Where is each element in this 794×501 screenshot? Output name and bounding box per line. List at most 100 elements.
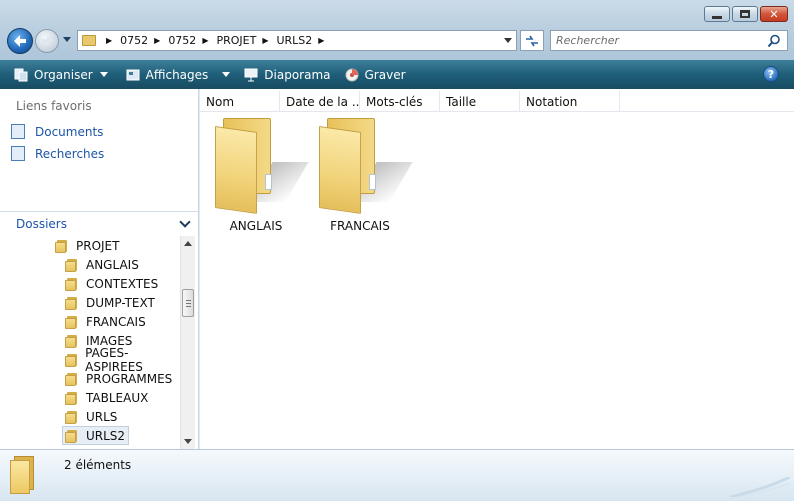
search-input[interactable] (551, 34, 761, 47)
column-label: Nom (206, 94, 235, 109)
breadcrumb-separator-icon: ▶ (154, 36, 161, 45)
folder-icon (65, 277, 79, 291)
breadcrumb-separator-icon: ▶ (262, 36, 269, 45)
column-label: Notation (526, 94, 578, 109)
folder-tree: PROJET ANGLAIS CONTEXTES DUMP-TEXT FRANC… (0, 236, 180, 449)
tree-item-label: TABLEAUX (86, 390, 149, 405)
command-bar: Organiser Affichages Diaporama Graver (0, 60, 794, 89)
organize-icon (14, 68, 28, 81)
column-header-date[interactable]: Date de la ... (280, 91, 360, 112)
maximize-button[interactable] (732, 6, 758, 22)
slideshow-icon (244, 68, 258, 81)
column-header-keywords[interactable]: Mots-clés (360, 91, 440, 112)
breadcrumb-separator-icon: ▶ (202, 36, 209, 45)
searches-icon (11, 146, 25, 161)
back-button[interactable] (7, 28, 33, 54)
help-button[interactable]: ? (763, 66, 779, 82)
folder-item-label: ANGLAIS (229, 219, 283, 233)
burn-disc-icon (345, 68, 358, 81)
favorite-searches[interactable]: Recherches (11, 146, 104, 161)
folders-header[interactable]: Dossiers (0, 211, 198, 236)
address-dropdown-icon[interactable] (504, 38, 512, 43)
breadcrumb-item[interactable]: 0752 ▶ (120, 34, 168, 47)
column-label: Date de la ... (286, 94, 360, 109)
folder-icon (65, 258, 79, 272)
views-button[interactable]: Affichages (120, 60, 237, 89)
column-label: Mots-clés (366, 94, 423, 109)
scroll-down-icon[interactable] (184, 439, 192, 444)
column-header-rating[interactable]: Notation (520, 91, 620, 112)
folder-item-anglais[interactable]: ANGLAIS (201, 116, 311, 233)
refresh-icon (526, 35, 538, 46)
arrow-right-icon (41, 35, 53, 47)
organize-button[interactable]: Organiser (8, 60, 114, 89)
breadcrumb-separator-icon: ▶ (318, 36, 325, 45)
tree-item-urls2[interactable]: URLS2 (62, 426, 130, 445)
breadcrumb-separator-icon: ▶ (106, 36, 113, 45)
decorative-swoosh-icon (730, 477, 790, 497)
recent-pages-dropdown[interactable] (63, 37, 71, 42)
tree-item-pages-aspirees[interactable]: PAGES-ASPIREES (65, 346, 180, 374)
tree-item-label: URLS2 (86, 428, 126, 443)
tree-scrollbar[interactable] (180, 236, 195, 449)
breadcrumb-label: 0752 (120, 34, 149, 47)
breadcrumb-item[interactable]: URLS2 ▶ (276, 34, 332, 47)
tree-item-contextes[interactable]: CONTEXTES (65, 274, 158, 293)
minimize-icon (712, 15, 722, 19)
tree-item-label: URLS (86, 409, 118, 424)
folder-icon (55, 239, 69, 253)
navigation-pane: Liens favoris Documents Recherches Dossi… (0, 89, 199, 449)
column-header-size[interactable]: Taille (440, 91, 520, 112)
tree-item-label: FRANCAIS (86, 314, 146, 329)
help-icon: ? (767, 67, 775, 81)
forward-button[interactable] (35, 29, 59, 53)
scrollbar-thumb[interactable] (182, 289, 194, 317)
minimize-button[interactable] (704, 6, 730, 22)
window-controls: ✕ (702, 6, 788, 22)
favorite-documents[interactable]: Documents (11, 124, 103, 139)
address-bar[interactable]: ▶ 0752 ▶ 0752 ▶ PROJET ▶ URLS2 ▶ (77, 30, 517, 51)
file-list: Nom Date de la ... Mots-clés Taille Nota… (200, 89, 794, 449)
tree-item-programmes[interactable]: PROGRAMMES (65, 369, 172, 388)
tree-item-projet[interactable]: PROJET (55, 236, 119, 255)
close-button[interactable]: ✕ (760, 6, 788, 22)
tree-item-label: CONTEXTES (86, 276, 159, 291)
organize-label: Organiser (34, 67, 93, 82)
tree-item-dump-text[interactable]: DUMP-TEXT (65, 293, 155, 312)
folder-icon (65, 353, 78, 367)
maximize-icon (740, 10, 750, 18)
tree-item-label: DUMP-TEXT (86, 295, 155, 310)
tree-item-anglais[interactable]: ANGLAIS (65, 255, 139, 274)
tree-item-label: PROJET (76, 238, 120, 253)
tree-item-francais[interactable]: FRANCAIS (65, 312, 146, 331)
refresh-button[interactable] (520, 30, 544, 51)
folder-item-label: FRANCAIS (330, 219, 390, 233)
chevron-down-icon (179, 216, 191, 228)
column-header-name[interactable]: Nom (200, 91, 280, 112)
tree-item-tableaux[interactable]: TABLEAUX (65, 388, 148, 407)
slideshow-button[interactable]: Diaporama (238, 60, 336, 89)
folder-icon (65, 372, 79, 386)
breadcrumb-label: PROJET (216, 34, 257, 47)
folder-item-francais[interactable]: FRANCAIS (305, 116, 415, 233)
search-icon[interactable] (767, 34, 781, 48)
folder-icon (65, 296, 79, 310)
folder-icon (211, 116, 309, 214)
tree-item-urls[interactable]: URLS (65, 407, 117, 426)
folder-icon (10, 456, 40, 494)
favorites-title: Liens favoris (16, 99, 92, 113)
slideshow-label: Diaporama (264, 67, 331, 82)
scroll-up-icon[interactable] (184, 241, 192, 246)
favorite-label: Documents (35, 124, 104, 139)
folders-title: Dossiers (16, 217, 67, 231)
folder-icon (65, 429, 79, 443)
close-icon: ✕ (769, 7, 779, 21)
breadcrumb-item[interactable]: PROJET ▶ (216, 34, 276, 47)
tree-item-label: PROGRAMMES (86, 371, 173, 386)
folder-icon (65, 334, 79, 348)
favorite-label: Recherches (35, 146, 105, 161)
column-label: Taille (446, 94, 477, 109)
breadcrumb-item[interactable]: 0752 ▶ (168, 34, 216, 47)
burn-button[interactable]: Graver (339, 60, 412, 89)
tree-item-label: ANGLAIS (86, 257, 139, 272)
